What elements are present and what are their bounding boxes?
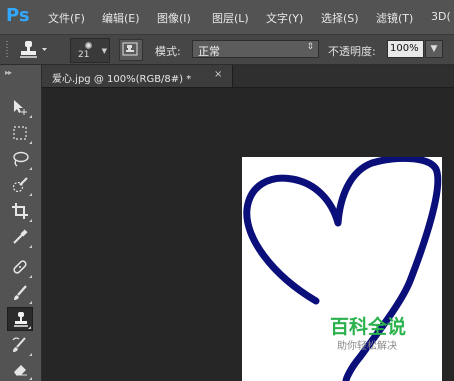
options-bar-grip[interactable] [6,41,8,58]
collapse-toolbox-icon[interactable]: ▸▸ [5,68,12,77]
menu-3d[interactable]: 3D( [431,10,451,23]
document-tab-title: 爱心.jpg @ 100%(RGB/8#) * [52,74,192,85]
menu-type[interactable]: 文字(Y) [266,10,303,26]
mode-label: 模式: [155,45,181,58]
spot-healing-tool[interactable] [7,255,33,279]
crop-icon [12,203,28,219]
move-icon [14,100,27,115]
menu-bar: Ps 文件(F) 编辑(E) 图像(I) 图层(L) 文字(Y) 选择(S) 滤… [0,0,454,35]
quick-selection-tool[interactable] [7,173,33,197]
eyedropper-tool[interactable] [7,225,33,249]
menu-edit[interactable]: 编辑(E) [102,10,140,26]
lasso-icon [13,151,29,167]
lasso-tool[interactable] [7,147,33,171]
eraser-icon [14,365,27,376]
updown-arrow-icon: ⇕ [306,42,314,52]
tool-preset-picker[interactable] [16,39,50,60]
brush-preset-picker[interactable]: 21 ▼ [70,38,110,63]
marquee-tool[interactable] [7,121,33,145]
clone-stamp-icon [20,41,47,58]
opacity-slider-button[interactable]: ▼ [425,40,443,58]
opacity-input[interactable]: 100% [387,40,424,58]
menu-layer[interactable]: 图层(L) [212,10,249,26]
brush-tip-icon [85,42,92,49]
eraser-tool[interactable] [7,357,33,381]
options-bar: 21 ▼ 模式: 正常 ⇕ 不透明度: 100% ▼ [0,35,454,65]
menu-image[interactable]: 图像(I) [157,10,191,26]
move-tool[interactable] [7,95,33,119]
blend-mode-value: 正常 [198,45,220,58]
crop-tool[interactable] [7,199,33,223]
photoshop-logo: Ps [6,5,30,26]
quick-selection-icon [12,177,28,193]
brush-tool[interactable] [7,281,33,305]
opacity-label: 不透明度: [328,45,376,58]
document-tab-bar: 爱心.jpg @ 100%(RGB/8#) * × [42,65,454,88]
eyedropper-icon [13,229,28,244]
watermark-subtitle: 助你轻松解决 [337,341,397,352]
history-brush-tool[interactable] [7,333,33,357]
clone-stamp-tool[interactable] [7,307,33,331]
spot-healing-icon [13,260,27,274]
history-brush-icon [12,337,26,352]
document-tab[interactable]: 爱心.jpg @ 100%(RGB/8#) * × [42,65,233,87]
menu-filter[interactable]: 滤镜(T) [376,10,413,26]
blend-mode-select[interactable]: 正常 ⇕ [192,40,319,58]
brush-icon [14,285,27,300]
clone-source-icon [122,42,138,56]
chevron-down-icon: ▼ [101,47,107,55]
menu-select[interactable]: 选择(S) [321,10,359,26]
clone-source-panel-button[interactable] [119,39,143,61]
marquee-icon [13,126,27,140]
toolbox: ▸▸ [0,65,42,381]
close-icon[interactable]: × [214,69,222,80]
menu-file[interactable]: 文件(F) [48,10,85,26]
brush-size-value: 21 [78,50,90,60]
watermark-title: 百科全说 [330,316,407,338]
